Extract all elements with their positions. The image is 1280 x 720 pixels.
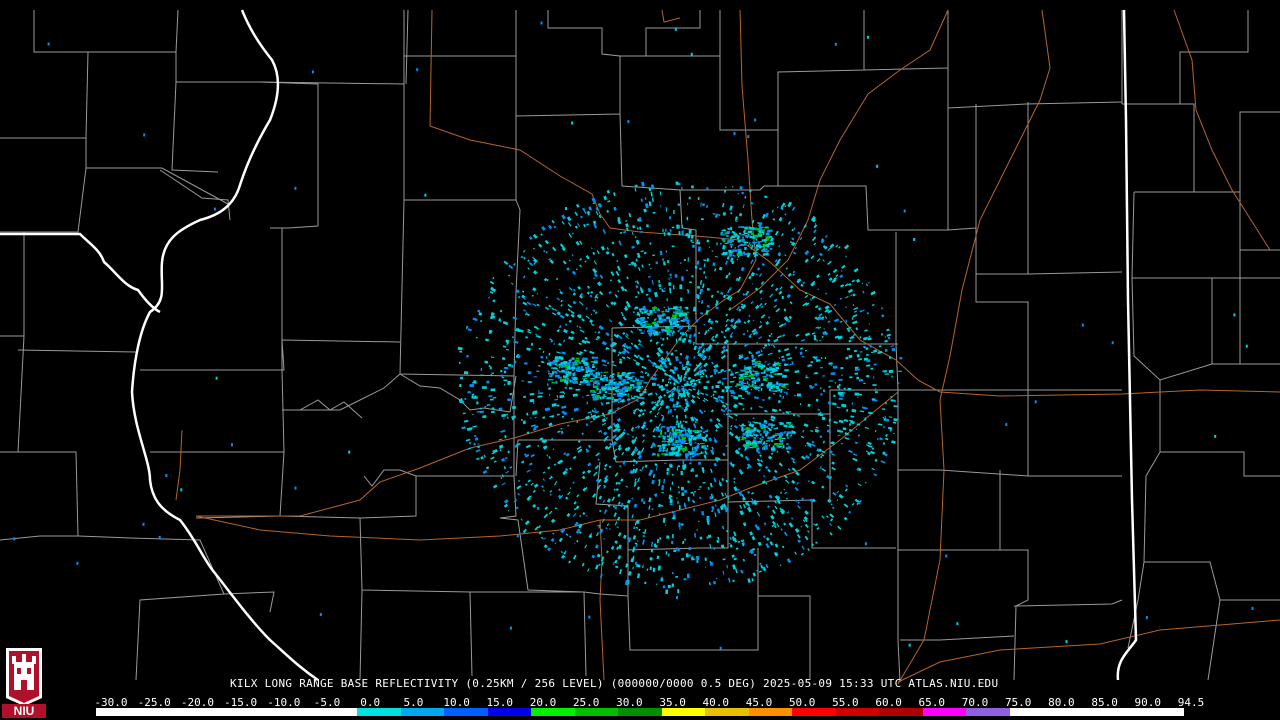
castle-icon (6, 648, 42, 706)
scale-color-segment (400, 708, 445, 716)
reflectivity-echoes (13, 21, 1254, 650)
scale-color-segment (835, 708, 880, 716)
scale-color-segment (96, 708, 140, 716)
scale-color-segment (313, 708, 358, 716)
scale-color-segment (1009, 708, 1054, 716)
scale-color-segment (270, 708, 314, 716)
scale-color-segment (1096, 708, 1141, 716)
niu-logo: NIU (2, 648, 46, 718)
logo-text: NIU (14, 704, 35, 718)
state-borders (0, 9, 1138, 682)
scale-color-segment (618, 708, 662, 716)
scale-color-segment (574, 708, 619, 716)
scale-color-segment (183, 708, 227, 716)
county-borders (0, 9, 1280, 683)
reflectivity-color-scale (96, 708, 1184, 716)
scale-color-segment (748, 708, 793, 716)
scale-color-segment (226, 708, 271, 716)
scale-color-segment (1053, 708, 1097, 716)
product-title: KILX LONG RANGE BASE REFLECTIVITY (0.25K… (230, 677, 999, 690)
scale-color-segment (705, 708, 749, 716)
scale-color-segment (922, 708, 967, 716)
scale-color-segment (661, 708, 706, 716)
scale-color-segment (966, 708, 1010, 716)
scale-color-segment (792, 708, 836, 716)
radar-map (0, 9, 1280, 685)
scale-color-segment (487, 708, 532, 716)
scale-color-segment (357, 708, 401, 716)
scale-color-segment (444, 708, 488, 716)
scale-color-segment (879, 708, 923, 716)
scale-color-segment (1140, 708, 1184, 716)
scale-tick-labels: -30.0 -25.0 -20.0 -15.0 -10.0 -5.0 0.0 5.0 10.0 1… (93, 696, 1204, 709)
scale-color-segment (531, 708, 575, 716)
scale-color-segment (139, 708, 184, 716)
